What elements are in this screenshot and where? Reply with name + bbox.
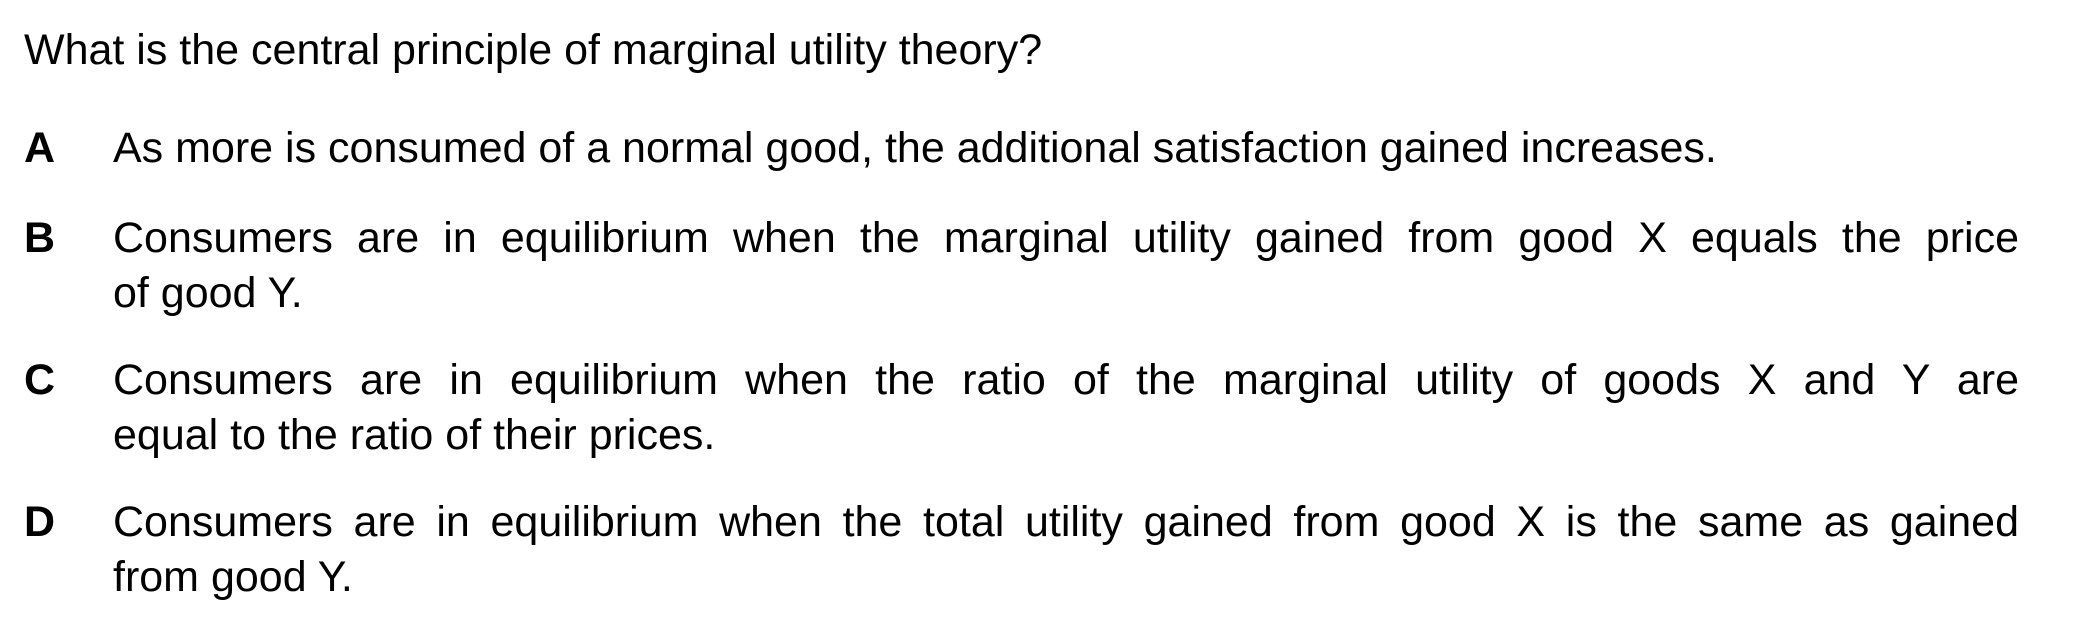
option-text: Consumers are in equilibrium when the ma… xyxy=(113,210,2019,321)
option-text: Consumers are in equilibrium when the ra… xyxy=(113,352,2019,463)
option-text-line: Consumers are in equilibrium when the ma… xyxy=(113,214,2019,262)
option-text-line: of good Y. xyxy=(113,269,303,317)
option-letter: A xyxy=(24,124,56,172)
question-text: What is the central principle of margina… xyxy=(24,26,1043,74)
option-letter: D xyxy=(24,498,56,546)
option-text: Consumers are in equilibrium when the to… xyxy=(113,494,2019,605)
option-text-line: equal to the ratio of their prices. xyxy=(113,411,716,459)
option-text-line: As more is consumed of a normal good, th… xyxy=(113,124,1717,172)
question-page: What is the central principle of margina… xyxy=(0,0,2096,620)
option-letter: B xyxy=(24,214,56,262)
option-text-line: Consumers are in equilibrium when the to… xyxy=(113,498,2019,546)
option-letter: C xyxy=(24,356,56,404)
option-text-line: Consumers are in equilibrium when the ra… xyxy=(113,356,2019,404)
option-text: As more is consumed of a normal good, th… xyxy=(113,120,2019,176)
option-text-line: from good Y. xyxy=(113,553,353,601)
